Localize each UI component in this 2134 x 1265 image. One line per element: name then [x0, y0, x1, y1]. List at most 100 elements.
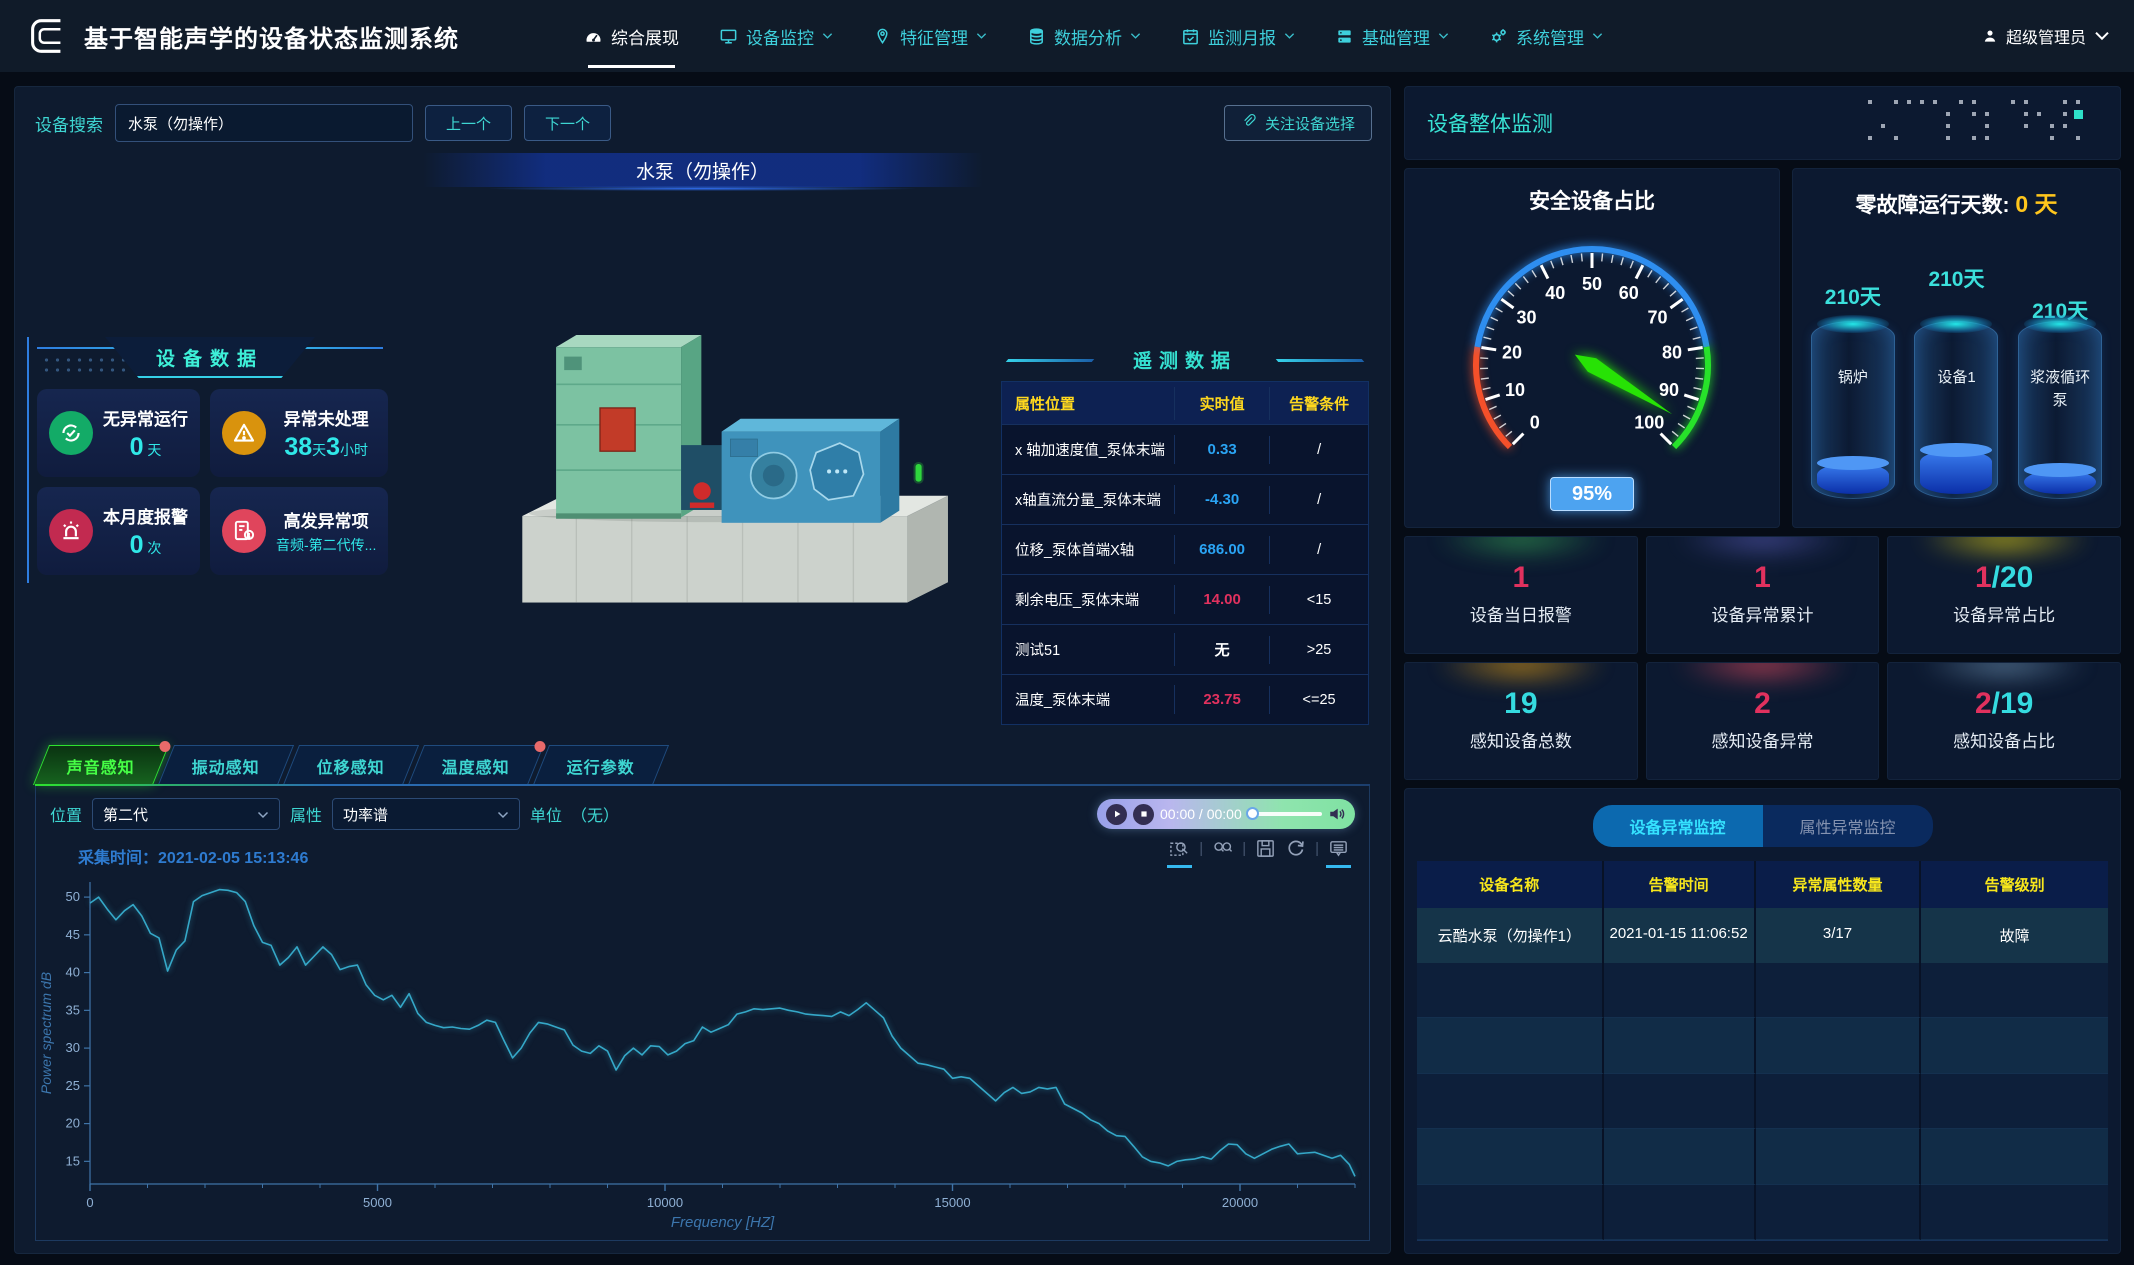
cylinder-liquid	[2024, 470, 2096, 494]
restore-icon[interactable]	[1285, 838, 1306, 859]
alarm-header-cell: 告警时间	[1604, 861, 1756, 908]
attribute-select-value: 功率谱	[343, 804, 388, 825]
stat-card-label: 感知设备占比	[1888, 727, 2120, 752]
device-data-header: 设备数据	[37, 337, 383, 379]
player-seek-slider[interactable]	[1248, 812, 1322, 816]
sense-tab-1[interactable]: 声音感知	[33, 745, 169, 785]
cylinder-liquid	[1817, 463, 1889, 494]
prev-device-button[interactable]: 上一个	[425, 105, 512, 141]
attribute-label: 属性	[290, 802, 322, 826]
dashboard-icon	[584, 27, 603, 46]
paperclip-icon	[1241, 113, 1257, 133]
svg-text:Power spectrum dB: Power spectrum dB	[38, 972, 54, 1094]
telemetry-condition-cell: >25	[1269, 636, 1368, 664]
nav-item-1[interactable]: 综合展现	[564, 0, 699, 72]
cylinder-top-glow	[1920, 315, 1992, 333]
overview-title: 设备整体监测	[1427, 108, 1553, 138]
sense-tab-label: 运行参数	[567, 754, 635, 778]
pump-3d-model[interactable]	[475, 287, 975, 642]
stat-card-6: 2/19感知设备占比	[1887, 662, 2121, 780]
device-card-title: 本月度报警	[103, 503, 188, 528]
cylinder-device-name: 浆液循环泵	[2024, 366, 2096, 413]
chevron-down-icon	[976, 32, 987, 40]
position-label: 位置	[50, 802, 82, 826]
cylinder-device-name: 设备1	[1920, 366, 1992, 389]
nav-item-5[interactable]: 监测月报	[1161, 0, 1315, 72]
zoom-select-icon[interactable]	[1169, 838, 1190, 859]
device-search-label: 设备搜索	[35, 111, 103, 136]
dot-matrix-decoration	[1868, 94, 2098, 152]
user-label: 超级管理员	[2006, 24, 2086, 48]
svg-text:25: 25	[66, 1078, 80, 1093]
alert-badge-dot	[159, 741, 170, 752]
user-menu[interactable]: 超级管理员	[1982, 24, 2110, 48]
position-select-value: 第二代	[103, 804, 148, 825]
device-search-input[interactable]	[115, 104, 413, 142]
player-seek-knob[interactable]	[1246, 807, 1259, 820]
svg-text:100: 100	[1634, 412, 1664, 432]
nav-item-4[interactable]: 数据分析	[1007, 0, 1161, 72]
stat-card-5: 2感知设备异常	[1646, 662, 1880, 780]
feature-pin-icon	[873, 27, 892, 46]
svg-text:35: 35	[66, 1002, 80, 1017]
alarm-table-cell: 云酷水泵（勿操作1）	[1417, 908, 1604, 963]
stat-card-value: 1	[1405, 561, 1637, 595]
alarm-header-cell: 异常属性数量	[1756, 861, 1922, 908]
cylinder-column: 210天设备1	[1907, 219, 2005, 519]
unit-label: 单位 （无）	[530, 802, 619, 826]
sense-tab-3[interactable]: 位移感知	[283, 745, 419, 785]
chevron-down-icon	[257, 806, 269, 823]
nav-item-7[interactable]: 系统管理	[1469, 0, 1623, 72]
spectrum-controls: 位置 第二代 属性 功率谱 单位 （无） 00:00 / 00:00	[36, 786, 1369, 830]
zero-fault-card: 零故障运行天数: 0 天 210天锅炉210天设备1210天浆液循环泵	[1792, 168, 2121, 528]
spectrum-chart[interactable]: 152025303540455005000100001500020000Freq…	[36, 872, 1371, 1234]
overview-top-row: 安全设备占比 0102030405060708090100 95% 零故障运行天…	[1404, 168, 2121, 528]
zoom-reset-icon[interactable]	[1212, 838, 1233, 859]
device-data-overlay: 设备数据 无异常运行0 天异常未处理38天3小时本月度报警0 次高发异常项音频-…	[27, 337, 389, 583]
telemetry-row: 温度_泵体末端23.75<=25	[1002, 674, 1368, 724]
sense-tab-5[interactable]: 运行参数	[533, 745, 669, 785]
data-view-icon[interactable]	[1328, 838, 1349, 859]
sense-tab-2[interactable]: 振动感知	[158, 745, 294, 785]
alarm-table-cell: 2021-01-15 11:06:52	[1604, 908, 1756, 963]
chevron-down-icon	[1592, 32, 1603, 40]
nav-item-6[interactable]: 基础管理	[1315, 0, 1469, 72]
alarm-tab-group: 设备异常监控属性异常监控	[1417, 805, 2108, 847]
svg-text:15: 15	[66, 1153, 80, 1168]
chevron-down-icon	[2094, 28, 2110, 44]
alarm-tab-2[interactable]: 属性异常监控	[1763, 805, 1933, 847]
telemetry-attr-cell: 剩余电压_泵体末端	[1002, 583, 1174, 616]
stop-button[interactable]	[1133, 804, 1154, 825]
nav-item-label: 数据分析	[1054, 24, 1122, 49]
alarm-table-empty-row	[1417, 1074, 2108, 1129]
telemetry-value-cell: 686.00	[1174, 535, 1269, 564]
alarm-tab-1[interactable]: 设备异常监控	[1593, 805, 1763, 847]
volume-icon[interactable]	[1328, 805, 1346, 823]
follow-device-button[interactable]: 关注设备选择	[1224, 105, 1372, 141]
alarm-table-empty-row	[1417, 1185, 2108, 1240]
position-select[interactable]: 第二代	[92, 798, 280, 830]
safety-gauge-card: 安全设备占比 0102030405060708090100 95%	[1404, 168, 1780, 528]
alarm-table-empty-row	[1417, 963, 2108, 1018]
stat-card-glow	[1674, 662, 1850, 687]
cylinder: 浆液循环泵	[2018, 321, 2102, 499]
telemetry-attr-cell: 位移_泵体首端X轴	[1002, 533, 1174, 566]
alarm-table-row[interactable]: 云酷水泵（勿操作1）2021-01-15 11:06:523/17故障	[1417, 908, 2108, 963]
telemetry-value-cell: -4.30	[1174, 485, 1269, 514]
telemetry-condition-cell: /	[1269, 436, 1368, 464]
alarm-table-empty-row	[1417, 1129, 2108, 1184]
monitor-icon	[719, 27, 738, 46]
nav-item-3[interactable]: 特征管理	[853, 0, 1007, 72]
play-button[interactable]	[1106, 804, 1127, 825]
alarm-table: 设备名称告警时间异常属性数量告警级别云酷水泵（勿操作1）2021-01-15 1…	[1417, 861, 2108, 1241]
alarm-table-cell: 3/17	[1756, 908, 1922, 963]
attribute-select[interactable]: 功率谱	[332, 798, 520, 830]
save-image-icon[interactable]	[1255, 838, 1276, 859]
app-title: 基于智能声学的设备状态监测系统	[84, 19, 459, 54]
next-device-button[interactable]: 下一个	[524, 105, 611, 141]
sense-tab-4[interactable]: 温度感知	[408, 745, 544, 785]
svg-text:0: 0	[1530, 412, 1540, 432]
nav-item-2[interactable]: 设备监控	[699, 0, 853, 72]
svg-text:90: 90	[1659, 380, 1679, 400]
sense-tab-label: 温度感知	[442, 754, 510, 778]
